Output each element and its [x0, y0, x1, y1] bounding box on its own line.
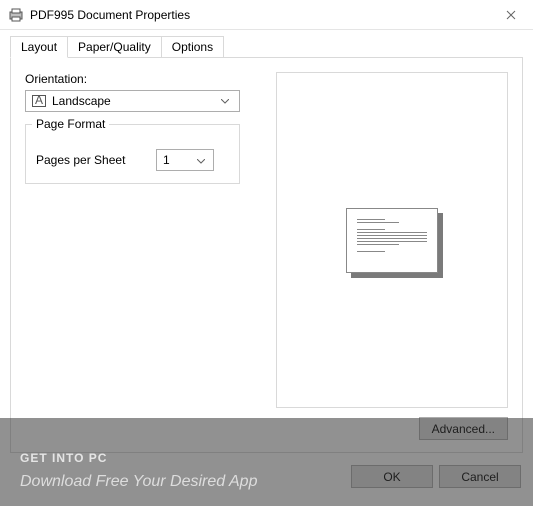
tab-strip: Layout Paper/Quality Options [10, 36, 523, 58]
window-title: PDF995 Document Properties [30, 8, 190, 22]
dialog-buttons: OK Cancel [351, 465, 521, 488]
orientation-value: Landscape [52, 94, 217, 108]
pages-per-sheet-value: 1 [163, 153, 195, 167]
advanced-button-label: Advanced... [432, 422, 495, 436]
cancel-button-label: Cancel [461, 470, 498, 484]
orientation-dropdown[interactable]: A Landscape [25, 90, 240, 112]
advanced-row: Advanced... [419, 417, 508, 440]
landscape-icon: A [32, 94, 46, 108]
svg-text:A: A [35, 95, 43, 107]
ok-button[interactable]: OK [351, 465, 433, 488]
ok-button-label: OK [383, 470, 400, 484]
printer-icon [8, 7, 24, 23]
tab-layout[interactable]: Layout [10, 36, 68, 58]
tab-panel-layout: Orientation: A Landscape Page Format Pag… [10, 57, 523, 453]
page-preview [346, 208, 438, 273]
tab-paper-quality-label: Paper/Quality [78, 40, 151, 54]
pages-per-sheet-dropdown[interactable]: 1 [156, 149, 214, 171]
pages-per-sheet-label: Pages per Sheet [36, 153, 156, 167]
tab-options[interactable]: Options [161, 36, 224, 58]
layout-preview [276, 72, 508, 408]
titlebar: PDF995 Document Properties [0, 0, 533, 30]
tab-layout-label: Layout [21, 40, 57, 54]
dialog-body: Layout Paper/Quality Options Orientation… [0, 30, 533, 453]
advanced-button[interactable]: Advanced... [419, 417, 508, 440]
page-format-legend: Page Format [32, 117, 109, 131]
tab-options-label: Options [172, 40, 213, 54]
cancel-button[interactable]: Cancel [439, 465, 521, 488]
tab-paper-quality[interactable]: Paper/Quality [67, 36, 162, 58]
page-format-group: Page Format Pages per Sheet 1 [25, 124, 240, 184]
chevron-down-icon [195, 153, 207, 167]
close-button[interactable] [488, 0, 533, 30]
chevron-down-icon [217, 99, 233, 104]
